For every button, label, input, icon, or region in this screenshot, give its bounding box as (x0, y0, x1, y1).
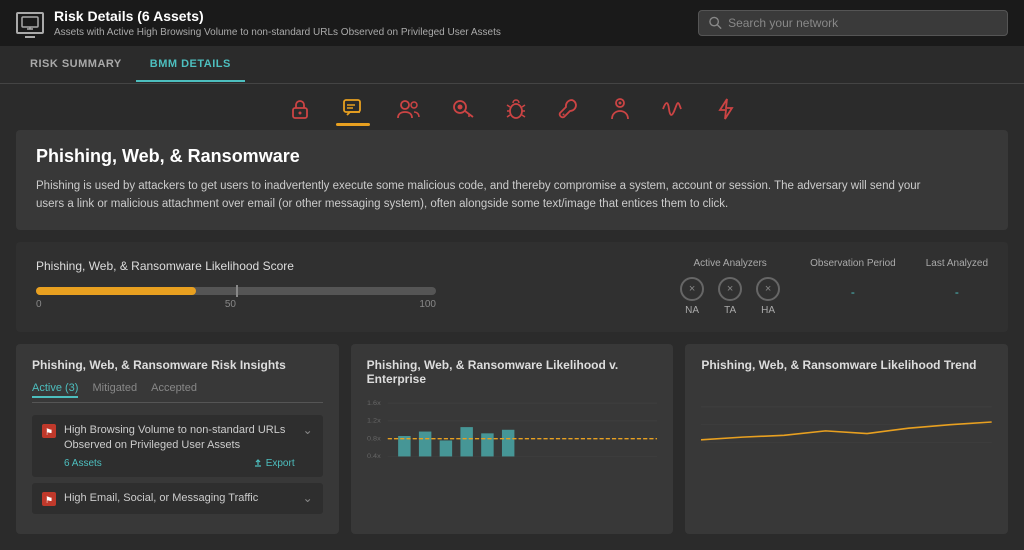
label-max: 100 (419, 299, 436, 310)
risk-item-1-left: ⚑ High Email, Social, or Messaging Traff… (42, 491, 258, 506)
icon-row (0, 84, 1024, 130)
bug-icon-btn[interactable] (500, 94, 532, 124)
lock-icon-btn[interactable] (284, 94, 316, 124)
analyzer-ta: × TA (718, 277, 742, 316)
score-left: Phishing, Web, & Ransomware Likelihood S… (36, 259, 640, 314)
analyzer-ha-label: HA (761, 305, 775, 316)
risk-item-0-text: High Browsing Volume to non-standard URL… (64, 423, 295, 454)
risk-item-0-content: High Browsing Volume to non-standard URL… (64, 423, 295, 469)
progress-fill (36, 287, 196, 295)
svg-text:⚑: ⚑ (45, 495, 53, 505)
tab-bmm-details[interactable]: BMM DETAILS (136, 48, 245, 82)
risk-insights-tabs: Active (3) Mitigated Accepted (32, 382, 323, 403)
progress-container: 0 50 100 (36, 287, 640, 310)
risk-item-0-left: ⚑ High Browsing Volume to non-standard U… (42, 423, 295, 469)
search-bar[interactable] (698, 10, 1008, 36)
bolt-icon-btn[interactable] (712, 94, 740, 124)
risk-tab-accepted[interactable]: Accepted (151, 382, 197, 398)
risk-insights-card: Phishing, Web, & Ransomware Risk Insight… (16, 344, 339, 534)
last-analyzed-value: - (926, 285, 988, 299)
label-min: 0 (36, 299, 42, 310)
likelihood-trend-card: Phishing, Web, & Ransomware Likelihood T… (685, 344, 1008, 534)
analyzer-ha-circle: × (756, 277, 780, 301)
analyzer-na-label: NA (685, 305, 699, 316)
tab-risk-summary[interactable]: RISK SUMMARY (16, 48, 136, 82)
risk-flag-icon-1: ⚑ (42, 492, 56, 506)
page-subtitle: Assets with Active High Browsing Volume … (54, 26, 501, 39)
likelihood-enterprise-title: Phishing, Web, & Ransomware Likelihood v… (367, 358, 658, 386)
tabs-row: RISK SUMMARY BMM DETAILS (0, 46, 1024, 84)
top-bar-left: Risk Details (6 Assets) Assets with Acti… (16, 7, 501, 38)
bottom-row: Phishing, Web, & Ransomware Risk Insight… (16, 344, 1008, 534)
search-input[interactable] (728, 16, 997, 30)
phishing-title: Phishing, Web, & Ransomware (36, 146, 988, 167)
key-icon-btn[interactable] (446, 95, 480, 123)
wrench-icon-btn[interactable] (552, 94, 584, 124)
risk-chevron-1[interactable]: ⌄ (303, 491, 313, 505)
risk-tab-mitigated[interactable]: Mitigated (92, 382, 137, 398)
analyzer-ha: × HA (756, 277, 780, 316)
chat-icon-btn[interactable] (336, 94, 370, 124)
phishing-desc: Phishing is used by attackers to get use… (36, 177, 936, 214)
svg-text:⚑: ⚑ (45, 427, 53, 437)
label-mid: 50 (225, 299, 236, 310)
risk-item-1-text: High Email, Social, or Messaging Traffic (64, 491, 258, 506)
analyzer-items: × NA × TA × HA (680, 277, 780, 316)
risk-export-btn-0[interactable]: Export (253, 458, 295, 469)
wave-icon-btn[interactable] (656, 96, 692, 122)
likelihood-enterprise-card: Phishing, Web, & Ransomware Likelihood v… (351, 344, 674, 534)
svg-text:0.8x: 0.8x (367, 436, 381, 442)
main-content: Phishing, Web, & Ransomware Phishing is … (0, 130, 1024, 550)
analyzer-group: Active Analyzers × NA × TA × HA (680, 258, 780, 316)
score-right: Active Analyzers × NA × TA × HA (680, 258, 988, 316)
risk-insights-title: Phishing, Web, & Ransomware Risk Insight… (32, 358, 323, 372)
progress-tick-50 (236, 285, 238, 297)
analyzer-ta-circle: × (718, 277, 742, 301)
risk-chevron-0[interactable]: ⌄ (303, 423, 313, 437)
analyzer-ta-label: TA (724, 305, 736, 316)
risk-tab-active[interactable]: Active (3) (32, 382, 78, 398)
svg-text:0.4x: 0.4x (367, 453, 381, 459)
svg-text:1.2x: 1.2x (367, 418, 381, 424)
top-bar: Risk Details (6 Assets) Assets with Acti… (0, 0, 1024, 46)
analyzer-header: Active Analyzers (680, 258, 780, 269)
last-analyzed-group: Last Analyzed - (926, 258, 988, 299)
monitor-icon (16, 12, 44, 34)
page-title: Risk Details (6 Assets) (54, 7, 501, 25)
likelihood-trend-chart (701, 382, 992, 462)
analyzer-na: × NA (680, 277, 704, 316)
score-label: Phishing, Web, & Ransomware Likelihood S… (36, 259, 640, 273)
export-icon-0 (253, 458, 263, 468)
risk-flag-icon-0: ⚑ (42, 424, 56, 438)
observation-period-label: Observation Period (810, 258, 896, 269)
last-analyzed-label: Last Analyzed (926, 258, 988, 269)
title-block: Risk Details (6 Assets) Assets with Acti… (54, 7, 501, 38)
risk-item-0: ⚑ High Browsing Volume to non-standard U… (32, 415, 323, 477)
svg-text:1.6x: 1.6x (367, 400, 381, 406)
progress-bg (36, 287, 436, 295)
score-card: Phishing, Web, & Ransomware Likelihood S… (16, 242, 1008, 332)
likelihood-enterprise-chart: 1.6x 1.2x 0.8x 0.4x (367, 396, 658, 476)
likelihood-trend-title: Phishing, Web, & Ransomware Likelihood T… (701, 358, 992, 372)
analyzer-na-circle: × (680, 277, 704, 301)
users-icon-btn[interactable] (390, 95, 426, 123)
observation-period-group: Observation Period - (810, 258, 896, 299)
risk-item-0-meta: 6 Assets Export (64, 458, 295, 469)
progress-labels: 0 50 100 (36, 299, 436, 310)
risk-assets-link-0[interactable]: 6 Assets (64, 458, 102, 469)
person-icon-btn[interactable] (604, 94, 636, 124)
risk-item-1: ⚑ High Email, Social, or Messaging Traff… (32, 483, 323, 514)
observation-period-value: - (810, 285, 896, 299)
search-icon (709, 16, 722, 30)
phishing-section-card: Phishing, Web, & Ransomware Phishing is … (16, 130, 1008, 230)
